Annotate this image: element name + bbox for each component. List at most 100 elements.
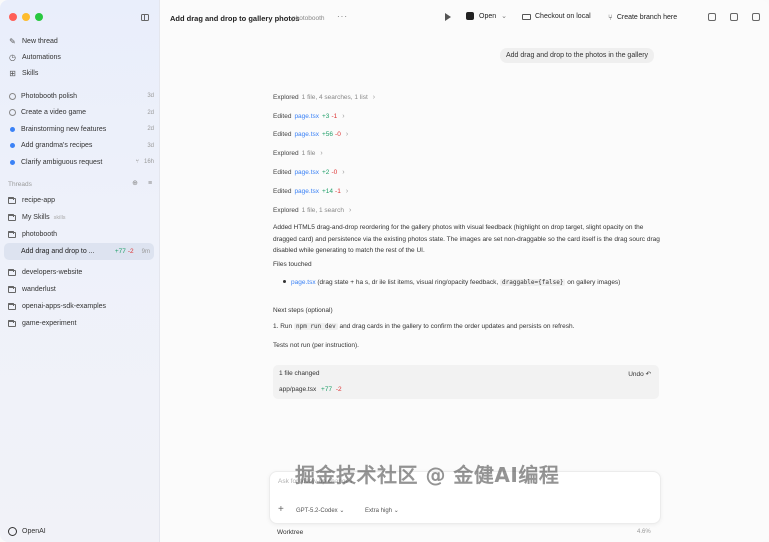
new-folder-icon[interactable]: ⊕ (131, 180, 139, 188)
active-thread-item[interactable]: Add drag and drop to ... +77 -2 9m (4, 243, 154, 260)
chevron-right-icon: › (372, 93, 376, 101)
run-icon[interactable] (445, 13, 451, 21)
sidebar-nav: ✎ New thread ◷ Automations ⊞ Skills (8, 33, 156, 81)
task-item[interactable]: Add grandma's recipes 3d (8, 138, 154, 155)
project-label: My Skills (22, 214, 50, 221)
terminal-icon[interactable] (708, 13, 716, 21)
fork-icon: ⑂ (135, 159, 139, 166)
task-label: Brainstorming new features (21, 125, 107, 133)
branch-label: Create branch here (616, 14, 678, 21)
folder-icon (8, 319, 16, 327)
account-footer[interactable]: OpenAI (8, 527, 46, 536)
folder-icon (8, 302, 16, 310)
close-window-button[interactable] (9, 13, 17, 21)
sidebar-toggle-icon[interactable] (141, 14, 149, 21)
task-label: Photobooth polish (21, 92, 78, 100)
chevron-down-icon: ⌄ (501, 13, 507, 20)
step-text: 1. Run (273, 323, 294, 330)
project-item[interactable]: game-experiment (8, 315, 156, 332)
lines-added: +77 (114, 248, 126, 255)
nav-automations[interactable]: ◷ Automations (8, 49, 156, 65)
more-options-icon[interactable]: ··· (337, 12, 348, 21)
task-list: Photobooth polish 3d Create a video game… (8, 88, 154, 171)
thread-title: Add drag and drop to gallery photos (170, 14, 300, 23)
changed-file-row[interactable]: app/page.tsx +77 -2 (279, 386, 342, 393)
lines-removed: -0 (335, 131, 341, 139)
thread-age: 9m (141, 248, 150, 255)
nav-label: New thread (22, 37, 58, 45)
diff-panel-icon[interactable] (730, 13, 738, 21)
file-link[interactable]: page.tsx (291, 279, 316, 286)
task-item[interactable]: Brainstorming new features 2d (8, 121, 154, 138)
lines-added: +2 (322, 169, 330, 177)
create-branch-button[interactable]: ⑂ Create branch here (608, 13, 677, 22)
unread-dot-icon (8, 141, 17, 150)
task-item[interactable]: Create a video game 2d (8, 105, 154, 122)
context-usage: 4.6% (637, 529, 651, 535)
thread-project: photobooth (292, 14, 325, 22)
open-button[interactable]: Open ⌄ (466, 12, 507, 20)
user-message: Add drag and drop to the photos in the g… (500, 48, 655, 63)
unread-dot-icon (8, 125, 17, 134)
lines-added: +56 (322, 131, 334, 139)
chevron-right-icon: › (345, 187, 349, 195)
tests-note: Tests not run (per instruction). (273, 342, 359, 349)
lines-added: +77 (321, 386, 333, 393)
chevron-right-icon: › (342, 112, 345, 120)
effort-selector[interactable]: Extra high ⌄ (365, 507, 399, 514)
log-action: Explored (273, 150, 299, 158)
log-action: Edited (273, 169, 292, 177)
log-item[interactable]: Edited page.tsx +3 -1 › (273, 107, 663, 126)
log-item[interactable]: Explored 1 file, 1 search › (273, 201, 663, 220)
clock-icon: ◷ (9, 52, 16, 62)
lines-added: +3 (322, 112, 330, 120)
add-attachment-icon[interactable]: + (278, 504, 284, 515)
filter-icon[interactable]: ≡ (146, 180, 154, 188)
project-item[interactable]: openai-apps-sdk-examples (8, 298, 156, 315)
nav-new-thread[interactable]: ✎ New thread (8, 33, 156, 49)
project-sub: skills (53, 214, 66, 221)
changes-card: 1 file changed Undo ↶ app/page.tsx +77 -… (273, 365, 659, 399)
project-item[interactable]: wanderlust (8, 281, 156, 298)
grid-icon: ⊞ (9, 68, 16, 78)
checkout-label: Checkout on local (535, 13, 591, 20)
task-item[interactable]: Clarify ambiguous request ⑂ 16h (8, 154, 154, 171)
folder-icon (8, 196, 16, 204)
app-icon (466, 12, 474, 20)
log-detail: 1 file (301, 150, 316, 158)
threads-label: Threads (8, 180, 32, 188)
zoom-window-button[interactable] (35, 13, 43, 21)
lines-removed: -2 (127, 248, 134, 255)
log-file: page.tsx (294, 187, 320, 195)
files-touched-heading: Files touched (273, 261, 312, 268)
compose-icon: ✎ (9, 36, 16, 46)
log-item[interactable]: Explored 1 file, 4 searches, 1 list › (273, 88, 663, 107)
chevron-right-icon: › (348, 206, 352, 214)
copy-icon[interactable] (752, 13, 760, 21)
project-list: recipe-app My Skills skills photobooth A… (4, 192, 156, 332)
nav-label: Skills (22, 69, 39, 77)
project-label: openai-apps-sdk-examples (22, 303, 107, 310)
nav-skills[interactable]: ⊞ Skills (8, 65, 156, 81)
log-item[interactable]: Explored 1 file › (273, 144, 663, 163)
task-item[interactable]: Photobooth polish 3d (8, 88, 154, 105)
log-item[interactable]: Edited page.tsx +14 -1 › (273, 182, 663, 201)
checkout-local-button[interactable]: Checkout on local (522, 13, 591, 20)
task-age: 3d (147, 93, 154, 100)
task-age: 2d (147, 126, 154, 133)
log-item[interactable]: Edited page.tsx +56 -0 › (273, 126, 663, 145)
task-label: Create a video game (21, 109, 86, 117)
worktree-selector[interactable]: Worktree (277, 529, 303, 536)
project-item[interactable]: My Skills skills (8, 209, 156, 226)
minimize-window-button[interactable] (22, 13, 30, 21)
next-step-item: 1. Run npm run dev and drag cards in the… (273, 323, 663, 330)
next-steps-heading: Next steps (optional) (273, 307, 333, 314)
model-selector[interactable]: GPT-5.2-Codex ⌄ (296, 507, 344, 514)
undo-button[interactable]: Undo ↶ (628, 370, 651, 378)
changed-file: app/page.tsx (279, 386, 317, 393)
chevron-down-icon: ⌄ (339, 508, 345, 514)
project-item[interactable]: photobooth (8, 226, 156, 243)
project-item[interactable]: recipe-app (8, 192, 156, 209)
log-item[interactable]: Edited page.tsx +2 -0 › (273, 163, 663, 182)
project-item[interactable]: developers-website (8, 264, 156, 281)
